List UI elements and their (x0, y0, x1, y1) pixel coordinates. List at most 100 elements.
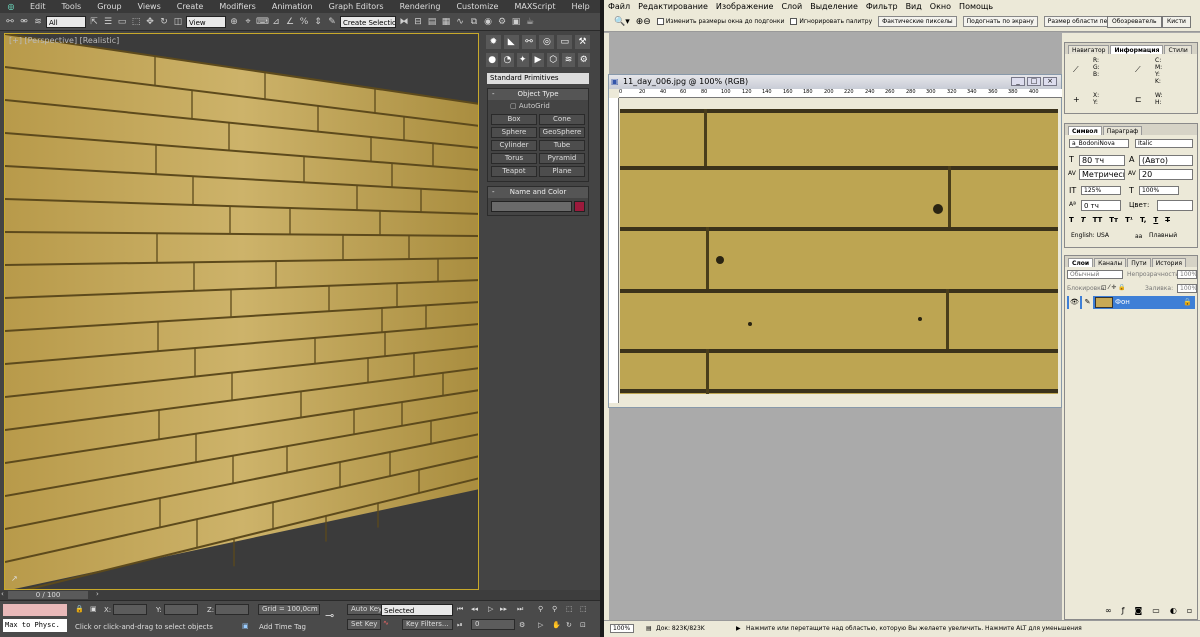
keyboard-shortcut-icon[interactable]: ⌨ (256, 16, 269, 28)
minimize-icon[interactable]: _ (1011, 77, 1025, 86)
zoom-in-out-icon[interactable]: ⊕⊖ (636, 17, 651, 27)
object-color-swatch[interactable] (574, 201, 585, 212)
selection-filter-dropdown[interactable]: All (46, 15, 86, 28)
strikethrough-button[interactable]: T (1165, 216, 1170, 224)
key-mode-icon[interactable]: ∿ (383, 619, 389, 627)
tab-styles[interactable]: Стили (1164, 45, 1192, 54)
ps-menu-select[interactable]: Выделение (806, 2, 862, 11)
eye-icon[interactable]: 👁 (1069, 296, 1080, 309)
add-time-tag[interactable]: Add Time Tag (259, 623, 306, 631)
snap-toggle-icon[interactable]: ⊿ (270, 16, 282, 28)
maxscript-listener-pink[interactable] (3, 604, 67, 616)
rotate-icon[interactable]: ↻ (158, 16, 170, 28)
goto-start-icon[interactable]: ⏮ (457, 605, 463, 614)
utilities-tab-icon[interactable]: ⚒ (575, 35, 590, 49)
horizontal-scale-field[interactable]: 100% (1139, 186, 1179, 195)
plane-button[interactable]: Plane (539, 166, 585, 177)
document-titlebar[interactable]: ▣ 11_day_006.jpg @ 100% (RGB) _ □ × (609, 75, 1061, 89)
max-menu-rendering[interactable]: Rendering (392, 2, 449, 11)
faux-bold-button[interactable]: T (1069, 216, 1074, 224)
ribbon-icon[interactable]: ▦ (440, 16, 452, 28)
max-logo-icon[interactable]: ◎ (0, 0, 22, 13)
fill-field[interactable]: 100% (1177, 284, 1197, 293)
render-setup-icon[interactable]: ⚙ (496, 16, 508, 28)
zoom-extents-icon[interactable]: ⬚ (566, 605, 573, 613)
prev-key-icon[interactable]: ◂◂ (471, 605, 478, 613)
ps-menu-edit[interactable]: Редактирование (634, 2, 712, 11)
percent-snap-icon[interactable]: % (298, 16, 310, 28)
z-coord-field[interactable] (215, 604, 249, 615)
max-menu-views[interactable]: Views (130, 2, 169, 11)
layer-mask-icon[interactable]: ◙ (1135, 606, 1143, 615)
time-slider[interactable]: 0 / 100 (8, 591, 88, 599)
systems-icon[interactable]: ⚙ (577, 53, 590, 67)
opacity-field[interactable]: 100% (1177, 270, 1197, 279)
orbit-icon[interactable]: ↻ (566, 621, 572, 629)
max-menu-group[interactable]: Group (89, 2, 129, 11)
blend-mode-dropdown[interactable]: Обычный (1067, 270, 1123, 279)
spacewarps-icon[interactable]: ≋ (562, 53, 575, 67)
superscript-button[interactable]: T¹ (1125, 216, 1133, 224)
torus-button[interactable]: Torus (491, 153, 537, 164)
max-menu-tools[interactable]: Tools (54, 2, 90, 11)
max-menu-animation[interactable]: Animation (264, 2, 321, 11)
zoom-extents-all-icon[interactable]: ⬚ (580, 605, 587, 613)
subscript-button[interactable]: T, (1140, 216, 1146, 224)
modify-tab-icon[interactable]: ◣ (503, 35, 519, 49)
x-coord-field[interactable] (113, 604, 147, 615)
named-selection-dropdown[interactable]: Create Selection Se (340, 15, 396, 28)
object-name-field[interactable] (491, 201, 572, 212)
zoom-tool-icon[interactable]: 🔍▾ (614, 17, 630, 27)
maximize-viewport-icon[interactable]: ⊡ (580, 621, 586, 629)
key-mode-toggle-icon[interactable]: ⏯ (457, 621, 463, 630)
link-layers-icon[interactable]: ∞ (1105, 606, 1112, 615)
geometry-icon[interactable]: ● (486, 53, 499, 67)
max-menu-modifiers[interactable]: Modifiers (211, 2, 264, 11)
time-tag-icon[interactable]: ▣ (242, 622, 249, 630)
layer-row-background[interactable]: 👁 ✎ Фон 🔒 (1067, 296, 1195, 309)
font-style-field[interactable]: Italic (1135, 139, 1193, 148)
all-caps-button[interactable]: TT (1093, 216, 1103, 224)
adjustment-layer-icon[interactable]: ◐ (1170, 606, 1177, 615)
ps-menu-layer[interactable]: Слой (777, 2, 806, 11)
resize-windows-checkbox[interactable]: Изменить размеры окна до подгонки (656, 18, 784, 25)
vertical-scale-field[interactable]: 125% (1081, 186, 1121, 195)
new-group-icon[interactable]: ▭ (1152, 606, 1160, 615)
next-key-icon[interactable]: ▸▸ (500, 605, 507, 613)
maximize-icon[interactable]: □ (1027, 77, 1041, 86)
brush-icon[interactable]: ✎ (1082, 296, 1093, 309)
geosphere-button[interactable]: GeoSphere (539, 127, 585, 138)
file-browser-button[interactable]: Обозреватель (1107, 16, 1162, 28)
faux-italic-button[interactable]: T (1081, 216, 1086, 224)
tracking-field[interactable]: 20 (1139, 169, 1193, 180)
rendered-frame-icon[interactable]: ▣ (510, 16, 522, 28)
hierarchy-tab-icon[interactable]: ⚯ (521, 35, 537, 49)
prev-frame-icon[interactable]: ‹ (1, 590, 4, 598)
scale-icon[interactable]: ◫ (172, 16, 184, 28)
zoom-all-icon[interactable]: ⚲ (552, 605, 557, 613)
render-production-icon[interactable]: ☕ (524, 16, 536, 28)
next-frame-icon[interactable]: › (96, 590, 99, 598)
underline-button[interactable]: T (1153, 216, 1158, 224)
pyramid-button[interactable]: Pyramid (539, 153, 585, 164)
display-tab-icon[interactable]: ▭ (557, 35, 573, 49)
ps-menu-image[interactable]: Изображение (712, 2, 778, 11)
max-menu-help[interactable]: Help (564, 2, 598, 11)
max-menu-graph-editors[interactable]: Graph Editors (321, 2, 392, 11)
ref-coord-dropdown[interactable]: View (186, 15, 226, 28)
box-button[interactable]: Box (491, 114, 537, 125)
lock-selection-icon[interactable]: 🔒 (75, 605, 84, 613)
ps-menu-help[interactable]: Помощь (955, 2, 997, 11)
tab-history[interactable]: История (1151, 258, 1186, 267)
zoom-icon[interactable]: ⚲ (538, 605, 543, 613)
text-color-swatch[interactable] (1157, 200, 1193, 211)
small-caps-button[interactable]: Tт (1109, 216, 1118, 224)
status-arrow-icon[interactable]: ▶ (736, 625, 741, 632)
unlink-icon[interactable]: ⚮ (18, 16, 30, 28)
edit-named-sel-icon[interactable]: ✎ (326, 16, 338, 28)
kerning-field[interactable]: Метрическ (1079, 169, 1125, 180)
selected-dropdown[interactable]: Selected (381, 604, 453, 616)
layer-style-icon[interactable]: ƒ (1122, 606, 1125, 615)
viewport-label[interactable]: [+] [Perspective] [Realistic] (9, 36, 119, 45)
create-tab-icon[interactable]: ✹ (486, 35, 501, 49)
